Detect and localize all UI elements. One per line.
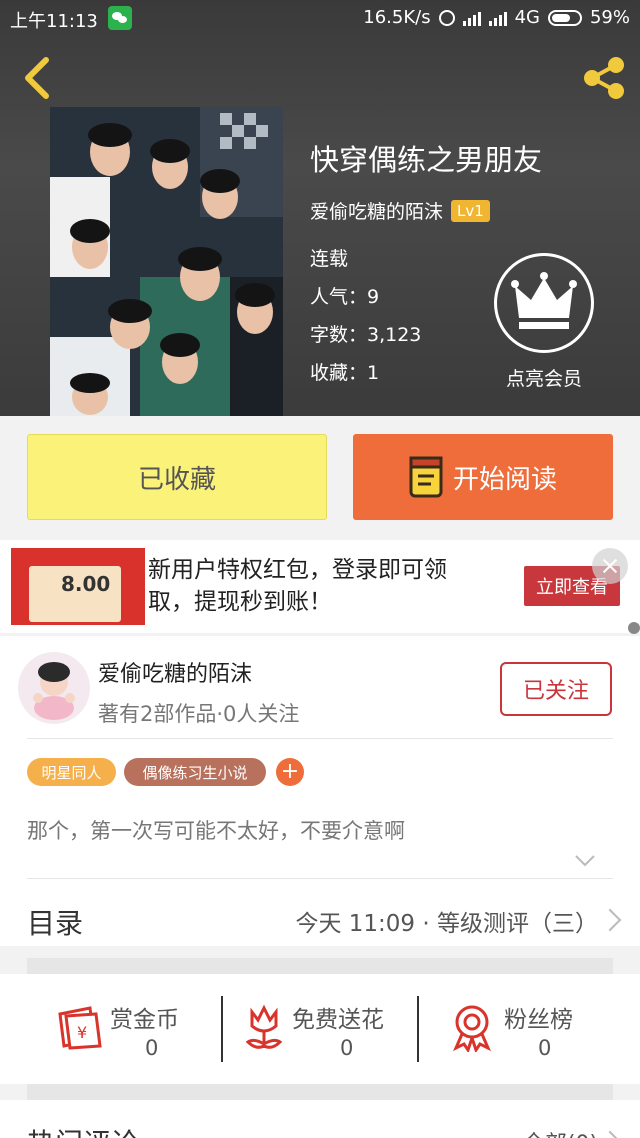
- stat-flowers-value: 0: [340, 1036, 354, 1060]
- coin-envelope-icon: ¥: [58, 1006, 102, 1050]
- section-separator: [27, 1084, 613, 1100]
- all-comments-link[interactable]: 全部(0): [523, 1126, 598, 1138]
- crown-icon: [511, 272, 577, 329]
- back-arrow-icon[interactable]: [18, 56, 58, 100]
- alarm-icon: [438, 9, 455, 26]
- vip-button[interactable]: [494, 253, 594, 353]
- ad-banner[interactable]: 8.00 新用户特权红包，登录即可领取，提现秒到账！ 立即查看: [0, 540, 640, 633]
- section-separator: [27, 958, 613, 974]
- battery-level: 59%: [589, 7, 630, 28]
- divider: [27, 738, 613, 739]
- book-word-count: 字数：3,123: [310, 324, 422, 346]
- divider: [27, 878, 613, 879]
- hot-comments-label: 热门评论: [27, 1122, 139, 1138]
- status-time: 上午11:13: [10, 11, 98, 32]
- stat-coins[interactable]: ¥ 赏金币 0: [50, 974, 210, 1084]
- stat-coins-value: 0: [145, 1036, 159, 1060]
- add-tag-icon[interactable]: +: [276, 758, 304, 786]
- flower-icon: [245, 1004, 283, 1049]
- book-author[interactable]: 爱偷吃糖的陌沫 Lv1: [310, 197, 490, 224]
- network-type: 4G: [514, 7, 540, 28]
- ad-mark-icon: [628, 622, 640, 634]
- stat-flowers[interactable]: 免费送花 0: [240, 974, 410, 1084]
- medal-icon: [453, 1005, 491, 1052]
- start-reading-label: 开始阅读: [452, 464, 557, 495]
- author-name[interactable]: 爱偷吃糖的陌沫: [98, 656, 252, 688]
- stat-separator: [221, 996, 223, 1062]
- book-icon: [409, 456, 443, 498]
- vip-label[interactable]: 点亮会员: [494, 364, 594, 391]
- book-cover[interactable]: [50, 107, 283, 416]
- tag-celebrity-fanfic[interactable]: 明星同人: [27, 758, 116, 786]
- tag-idol-trainee[interactable]: 偶像练习生小说: [124, 758, 266, 786]
- author-summary: 著有2部作品·0人关注: [98, 702, 300, 726]
- book-header: 上午11:13 16.5K/s 4G 59% 快穿偶练之男朋友 爱偷吃糖的陌沫 …: [0, 0, 640, 416]
- book-status: 连载: [310, 248, 349, 270]
- stat-separator: [417, 996, 419, 1062]
- avatar[interactable]: [18, 652, 90, 724]
- network-speed: 16.5K/s: [363, 7, 431, 28]
- avatar-illustration: [33, 662, 75, 720]
- hot-comments-header: 热门评论 全部(0): [0, 1100, 640, 1138]
- chevron-down-icon[interactable]: [574, 854, 596, 868]
- stat-coins-label: 赏金币: [110, 1007, 179, 1033]
- level-badge: Lv1: [451, 200, 490, 222]
- book-author-name[interactable]: 爱偷吃糖的陌沫: [310, 201, 443, 223]
- ad-close-icon[interactable]: [592, 548, 628, 584]
- start-reading-button[interactable]: 开始阅读: [353, 434, 613, 520]
- follow-button[interactable]: 已关注: [500, 662, 612, 716]
- toc-latest-chapter[interactable]: 今天 11:09 · 等级测评（三）: [295, 904, 598, 938]
- signal-icon: [462, 10, 481, 26]
- stat-fans[interactable]: 粉丝榜 0: [448, 974, 608, 1084]
- ad-image[interactable]: 8.00: [11, 548, 145, 625]
- toc-label[interactable]: 目录: [27, 902, 83, 942]
- battery-icon: [547, 9, 582, 26]
- ad-amount: 8.00: [61, 572, 111, 596]
- ad-text: 新用户特权红包，登录即可领取，提现秒到账！: [148, 557, 447, 615]
- cover-artwork: [50, 107, 283, 416]
- book-popularity: 人气：9: [310, 286, 380, 308]
- book-title: 快穿偶练之男朋友: [310, 143, 543, 177]
- book-intro: 那个，第一次写可能不太好，不要介意啊: [27, 819, 405, 843]
- status-bar: 上午11:13 16.5K/s 4G 59%: [0, 0, 640, 36]
- stat-fans-label: 粉丝榜: [504, 1007, 573, 1033]
- stats-bar: ¥ 赏金币 0 免费送花 0 粉丝榜 0: [0, 974, 640, 1084]
- svg-text:¥: ¥: [77, 1023, 87, 1042]
- stat-fans-value: 0: [538, 1036, 552, 1060]
- signal-icon-2: [488, 10, 507, 26]
- wechat-icon: [108, 6, 132, 30]
- book-favorites: 收藏：1: [310, 362, 380, 384]
- favorited-button[interactable]: 已收藏: [27, 434, 327, 520]
- stat-flowers-label: 免费送花: [292, 1007, 384, 1033]
- chevron-right-icon[interactable]: [598, 1130, 622, 1138]
- author-card: 爱偷吃糖的陌沫 著有2部作品·0人关注 已关注: [0, 636, 640, 946]
- status-right: 16.5K/s 4G 59%: [363, 7, 630, 28]
- share-icon[interactable]: [580, 54, 628, 102]
- favorited-label: 已收藏: [137, 464, 216, 495]
